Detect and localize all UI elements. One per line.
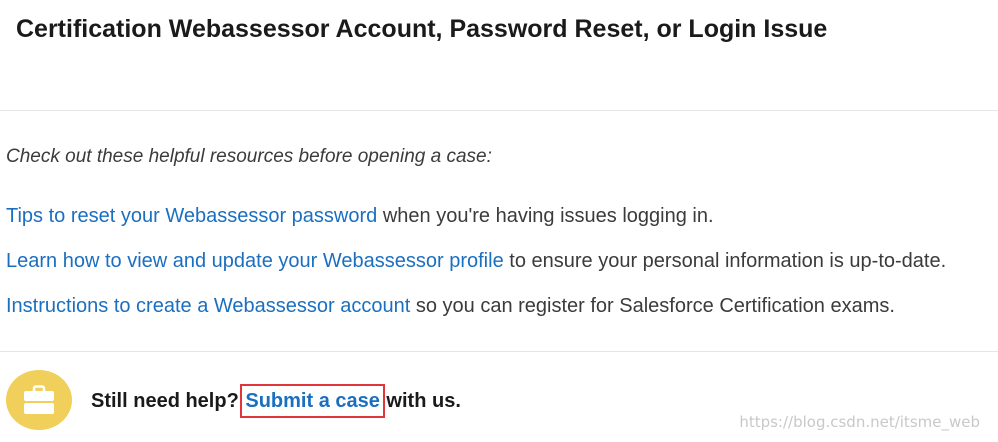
submit-case-link[interactable]: Submit a case [240,384,385,418]
header-divider [0,110,998,111]
create-account-link[interactable]: Instructions to create a Webassessor acc… [6,295,410,317]
help-suffix: with us. [380,390,461,412]
watermark: https://blog.csdn.net/itsme_web [739,413,980,431]
update-profile-link[interactable]: Learn how to view and update your Webass… [6,250,504,272]
resource-item-update-profile: Learn how to view and update your Webass… [6,248,946,274]
help-divider [0,351,998,352]
briefcase-icon [6,370,72,430]
case-page: Certification Webassessor Account, Passw… [0,0,998,442]
resource-description: when you're having issues logging in. [377,205,714,227]
resource-description: to ensure your personal information is u… [503,250,947,272]
help-message: Still need help? Submit a case with us. [91,384,461,418]
page-title: Certification Webassessor Account, Passw… [16,15,828,43]
resource-description: so you can register for Salesforce Certi… [410,295,895,317]
intro-text: Check out these helpful resources before… [6,146,492,167]
resource-item-reset-password: Tips to reset your Webassessor password … [6,203,714,229]
reset-password-link[interactable]: Tips to reset your Webassessor password [6,205,377,227]
resource-item-create-account: Instructions to create a Webassessor acc… [6,293,895,319]
help-prefix: Still need help? [91,390,245,412]
